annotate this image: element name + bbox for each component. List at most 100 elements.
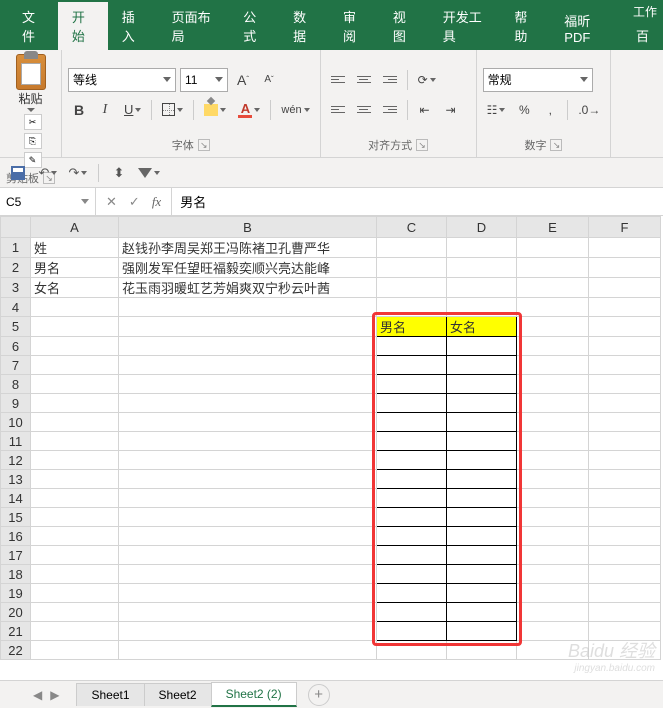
col-header-E[interactable]: E (517, 217, 589, 238)
cell[interactable] (589, 470, 661, 489)
cell[interactable] (589, 298, 661, 317)
add-sheet-button[interactable]: + (308, 684, 330, 706)
cell[interactable] (377, 527, 447, 546)
cell[interactable] (119, 622, 377, 641)
tab-insert[interactable]: 插入 (108, 2, 158, 50)
tab-help[interactable]: 帮助 (500, 2, 550, 50)
cell[interactable] (31, 394, 119, 413)
row-header-1[interactable]: 1 (1, 238, 31, 258)
cut-button[interactable]: ✂ (24, 114, 42, 130)
col-header-D[interactable]: D (447, 217, 517, 238)
align-center-button[interactable] (353, 98, 375, 122)
cell[interactable] (377, 622, 447, 641)
cell[interactable] (517, 413, 589, 432)
cell[interactable]: 男名 (31, 258, 119, 278)
row-header-5[interactable]: 5 (1, 317, 31, 337)
cell[interactable] (31, 317, 119, 337)
comma-button[interactable]: , (539, 98, 561, 122)
cell[interactable] (589, 546, 661, 565)
cell[interactable] (447, 546, 517, 565)
underline-button[interactable]: U (120, 98, 145, 122)
cell[interactable] (377, 394, 447, 413)
font-dialog-launcher[interactable]: ↘ (198, 139, 210, 151)
decrease-font-button[interactable]: Aˇ (258, 68, 280, 92)
cell[interactable] (517, 317, 589, 337)
cell[interactable] (31, 337, 119, 356)
cell[interactable] (31, 489, 119, 508)
tab-view[interactable]: 视图 (379, 2, 429, 50)
sheet-tab-3[interactable]: Sheet2 (2) (211, 682, 297, 707)
row-header-12[interactable]: 12 (1, 451, 31, 470)
cell[interactable]: 强刚发军任望旺福毅奕顺兴亮达能峰 (119, 258, 377, 278)
align-middle-button[interactable] (353, 68, 375, 92)
increase-font-button[interactable]: Aˆ (232, 68, 254, 92)
tab-formula[interactable]: 公式 (229, 2, 279, 50)
name-box[interactable]: C5 (0, 188, 96, 215)
col-header-B[interactable]: B (119, 217, 377, 238)
cell[interactable] (31, 546, 119, 565)
cell[interactable] (377, 413, 447, 432)
row-header-21[interactable]: 21 (1, 622, 31, 641)
cell[interactable] (517, 356, 589, 375)
cell[interactable] (517, 508, 589, 527)
cell[interactable] (589, 394, 661, 413)
cell[interactable] (377, 489, 447, 508)
cell[interactable] (447, 451, 517, 470)
cell[interactable] (377, 432, 447, 451)
tab-foxit-pdf[interactable]: 福昕PDF (550, 6, 622, 50)
cell[interactable] (377, 508, 447, 527)
number-dialog-launcher[interactable]: ↘ (550, 139, 562, 151)
row-header-7[interactable]: 7 (1, 356, 31, 375)
cell[interactable]: 赵钱孙李周吴郑王冯陈褚卫孔曹严华 (119, 238, 377, 258)
cell[interactable] (589, 603, 661, 622)
cell[interactable] (31, 298, 119, 317)
cell[interactable] (119, 298, 377, 317)
insert-function-button[interactable]: fx (152, 194, 161, 210)
row-header-6[interactable]: 6 (1, 337, 31, 356)
save-button[interactable] (8, 163, 28, 183)
cell[interactable] (119, 641, 377, 660)
enter-button[interactable]: ✓ (129, 194, 140, 210)
cell[interactable] (377, 356, 447, 375)
cell[interactable] (119, 565, 377, 584)
cell[interactable] (589, 356, 661, 375)
filter-button[interactable] (139, 163, 159, 183)
cell[interactable] (589, 317, 661, 337)
fill-color-button[interactable] (200, 98, 230, 122)
cell[interactable] (447, 238, 517, 258)
italic-button[interactable]: I (94, 98, 116, 122)
cell[interactable] (31, 622, 119, 641)
cell[interactable] (589, 238, 661, 258)
cell[interactable] (377, 584, 447, 603)
row-header-10[interactable]: 10 (1, 413, 31, 432)
cell[interactable] (589, 375, 661, 394)
cell[interactable] (377, 565, 447, 584)
cell[interactable] (119, 394, 377, 413)
cancel-button[interactable]: ✕ (106, 194, 117, 210)
cell[interactable] (377, 375, 447, 394)
cell[interactable] (447, 508, 517, 527)
cell[interactable] (31, 527, 119, 546)
cell[interactable] (447, 258, 517, 278)
formula-input[interactable]: 男名 (172, 188, 663, 215)
cell[interactable] (377, 258, 447, 278)
cell[interactable] (447, 565, 517, 584)
row-header-11[interactable]: 11 (1, 432, 31, 451)
cell[interactable] (517, 641, 589, 660)
copy-button[interactable]: ⎘ (24, 133, 42, 149)
font-name-combo[interactable]: 等线 (68, 68, 176, 92)
row-header-17[interactable]: 17 (1, 546, 31, 565)
cell[interactable] (119, 413, 377, 432)
cell[interactable] (517, 546, 589, 565)
tab-data[interactable]: 数据 (279, 2, 329, 50)
cell[interactable] (517, 603, 589, 622)
cell[interactable] (119, 375, 377, 394)
border-button[interactable] (158, 98, 187, 122)
cell[interactable] (31, 432, 119, 451)
cell[interactable] (447, 432, 517, 451)
cell[interactable] (447, 298, 517, 317)
cell[interactable] (589, 413, 661, 432)
align-bottom-button[interactable] (379, 68, 401, 92)
worksheet-grid[interactable]: A B C D E F 1姓赵钱孙李周吴郑王冯陈褚卫孔曹严华2男名强刚发军任望旺… (0, 216, 663, 660)
phonetic-button[interactable]: wén (277, 98, 313, 122)
